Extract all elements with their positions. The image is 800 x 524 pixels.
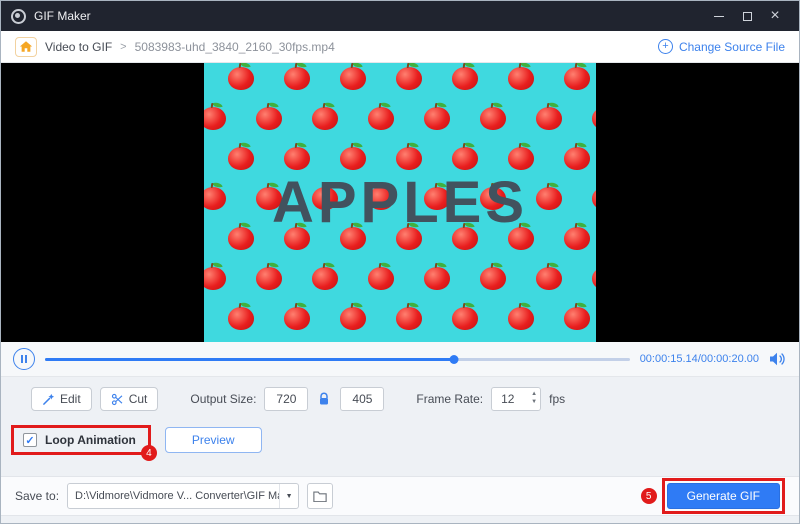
seek-track [45, 358, 630, 361]
maximize-button[interactable] [733, 4, 761, 28]
spinner-up-icon[interactable]: ▲ [531, 390, 537, 398]
pause-icon-bar [25, 355, 27, 363]
save-path-value: D:\Vidmore\Vidmore V... Converter\GIF Ma… [68, 490, 279, 502]
gif-maker-window: GIF Maker × Video to GIF > 5083983-uhd_3… [0, 0, 800, 524]
window-controls: × [705, 4, 789, 28]
save-to-label: Save to: [15, 489, 59, 503]
edit-button[interactable]: Edit [31, 387, 92, 411]
save-path-select[interactable]: D:\Vidmore\Vidmore V... Converter\GIF Ma… [67, 483, 299, 509]
annotation-box-4: ✓ Loop Animation 4 [11, 425, 151, 455]
lock-icon [318, 392, 330, 406]
titlebar: GIF Maker × [1, 1, 799, 31]
loop-animation-checkbox[interactable]: ✓ [23, 433, 37, 447]
output-width-input[interactable] [264, 387, 308, 411]
edit-wand-icon [42, 393, 55, 406]
output-size-label: Output Size: [190, 392, 256, 406]
annotation-box-5: Generate GIF [662, 478, 785, 514]
change-source-label: Change Source File [679, 40, 785, 54]
volume-icon [769, 352, 787, 366]
volume-button[interactable] [769, 352, 787, 366]
plus-circle-icon: + [658, 39, 673, 54]
pause-button[interactable] [13, 348, 35, 370]
frame-rate-spinners: ▲ ▼ [531, 390, 537, 407]
minimize-icon [714, 16, 724, 17]
video-frame: APPLES [204, 63, 596, 342]
breadcrumb-filename: 5083983-uhd_3840_2160_30fps.mp4 [135, 40, 335, 54]
player-controls: 00:00:15.14/00:00:20.00 [1, 342, 799, 377]
video-overlay-text: APPLES [204, 63, 596, 342]
video-stage: APPLES [1, 63, 799, 342]
controls-panel: Edit Cut Output Size: Frame Rate: ▲ ▼ fp… [1, 377, 799, 523]
breadcrumb: Video to GIF > 5083983-uhd_3840_2160_30f… [1, 31, 799, 63]
seek-knob[interactable] [450, 355, 459, 364]
output-height-input[interactable] [340, 387, 384, 411]
fps-label: fps [549, 392, 565, 406]
time-display: 00:00:15.14/00:00:20.00 [640, 353, 759, 365]
cut-button-label: Cut [129, 392, 148, 406]
annotation-badge-5: 5 [641, 488, 657, 504]
frame-rate-field: ▲ ▼ [491, 387, 541, 411]
window-title: GIF Maker [34, 9, 91, 23]
folder-icon [313, 490, 327, 502]
loop-animation-label: Loop Animation [45, 433, 136, 447]
maximize-icon [743, 12, 752, 21]
home-icon [19, 40, 33, 53]
footer-row: Save to: D:\Vidmore\Vidmore V... Convert… [1, 476, 799, 516]
loop-row: ✓ Loop Animation 4 Preview [11, 422, 799, 458]
aspect-lock-button[interactable] [318, 392, 330, 406]
time-total: 00:00:20.00 [701, 353, 759, 365]
breadcrumb-separator: > [120, 41, 126, 53]
pause-icon [21, 355, 23, 363]
browse-folder-button[interactable] [307, 483, 333, 509]
toolbar-row: Edit Cut Output Size: Frame Rate: ▲ ▼ fp… [1, 386, 799, 412]
close-icon: × [770, 8, 779, 24]
cut-button[interactable]: Cut [100, 387, 159, 411]
change-source-button[interactable]: + Change Source File [658, 39, 785, 54]
time-current: 00:00:15.14 [640, 353, 698, 365]
close-button[interactable]: × [761, 4, 789, 28]
seek-fill [45, 358, 454, 361]
minimize-button[interactable] [705, 4, 733, 28]
scissors-icon [111, 393, 124, 406]
edit-button-label: Edit [60, 392, 81, 406]
generate-gif-button[interactable]: Generate GIF [667, 483, 780, 509]
app-logo-icon [11, 9, 26, 24]
home-button[interactable] [15, 37, 37, 57]
breadcrumb-source-type: Video to GIF [45, 40, 112, 54]
generate-area: 5 Generate GIF [641, 478, 785, 514]
preview-button[interactable]: Preview [165, 427, 262, 453]
dropdown-arrow-icon[interactable]: ▼ [279, 484, 298, 508]
annotation-badge-4: 4 [141, 445, 157, 461]
spinner-down-icon[interactable]: ▼ [531, 398, 537, 406]
seek-slider[interactable] [45, 353, 630, 365]
frame-rate-label: Frame Rate: [416, 392, 483, 406]
